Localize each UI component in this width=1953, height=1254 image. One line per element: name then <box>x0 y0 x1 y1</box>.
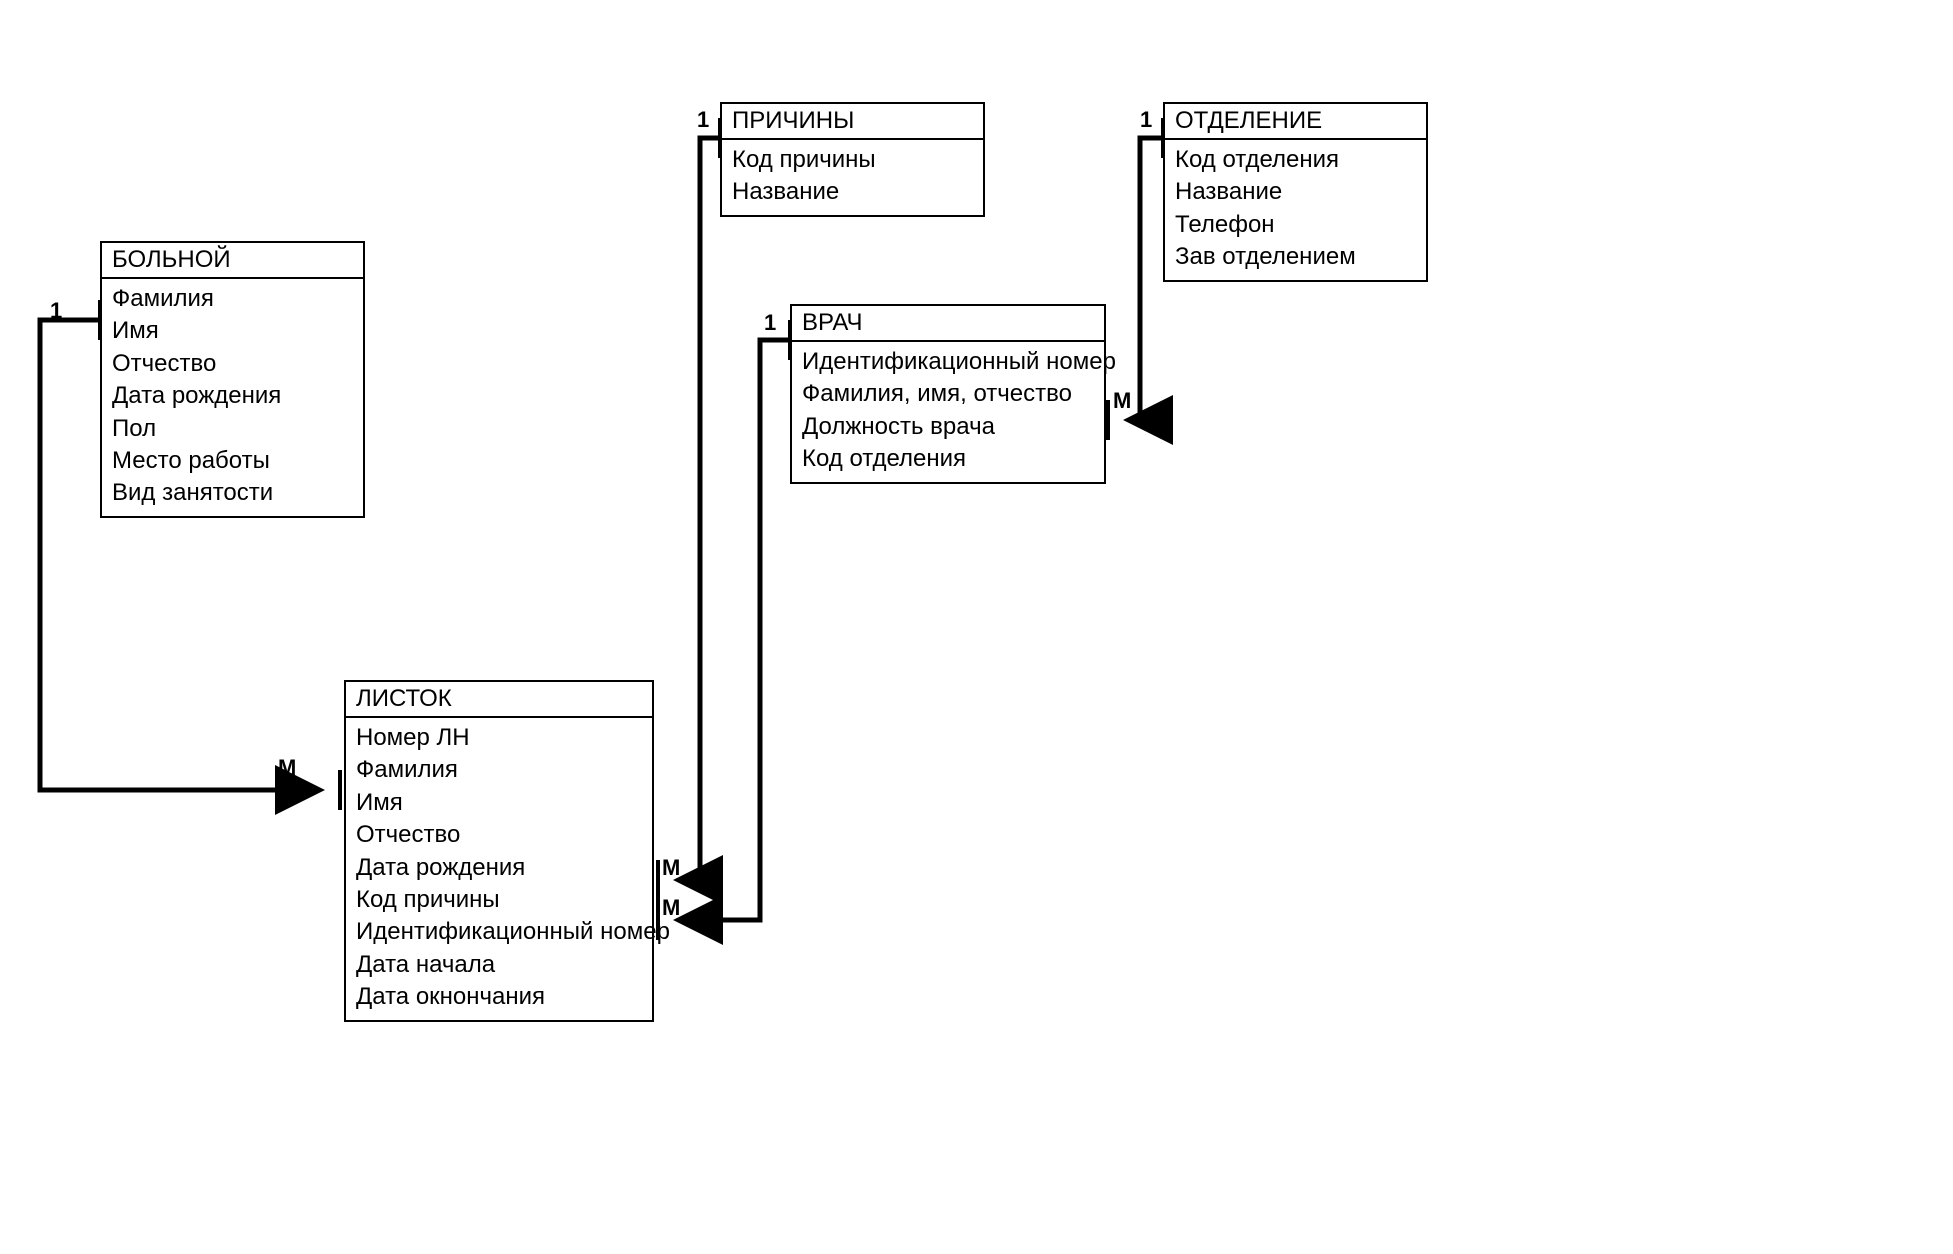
card-label-many: М <box>662 895 680 921</box>
entity-attr: Телефон <box>1175 209 1416 241</box>
entity-attr: Название <box>732 176 973 208</box>
entity-bolnoy: БОЛЬНОЙ Фамилия Имя Отчество Дата рожден… <box>100 241 365 518</box>
entity-attr: Фамилия <box>356 754 642 786</box>
entity-listok: ЛИСТОК Номер ЛН Фамилия Имя Отчество Дат… <box>344 680 654 1022</box>
entity-attr: Отчество <box>112 348 353 380</box>
entity-attr: Фамилия, имя, отчество <box>802 378 1094 410</box>
card-label-many: М <box>662 855 680 881</box>
card-label-many: М <box>278 755 296 781</box>
entity-attrs: Фамилия Имя Отчество Дата рождения Пол М… <box>102 279 363 516</box>
entity-attr: Место работы <box>112 445 353 477</box>
entity-attr: Имя <box>112 315 353 347</box>
card-label-one: 1 <box>50 298 62 324</box>
entity-attr: Название <box>1175 176 1416 208</box>
entity-attrs: Идентификационный номер Фамилия, имя, от… <box>792 342 1104 482</box>
entity-attrs: Номер ЛН Фамилия Имя Отчество Дата рожде… <box>346 718 652 1020</box>
entity-attr: Идентификационный номер <box>356 916 642 948</box>
entity-attr: Фамилия <box>112 283 353 315</box>
entity-attr: Дата начала <box>356 949 642 981</box>
entity-attr: Код причины <box>356 884 642 916</box>
entity-vrach: ВРАЧ Идентификационный номер Фамилия, им… <box>790 304 1106 484</box>
card-label-one: 1 <box>697 107 709 133</box>
entity-attr: Код причины <box>732 144 973 176</box>
entity-attr: Вид занятости <box>112 477 353 509</box>
entity-attr: Пол <box>112 413 353 445</box>
card-label-one: 1 <box>764 310 776 336</box>
entity-title: ПРИЧИНЫ <box>722 104 983 140</box>
card-label-many: М <box>1113 388 1131 414</box>
entity-attrs: Код причины Название <box>722 140 983 215</box>
entity-title: ОТДЕЛЕНИЕ <box>1165 104 1426 140</box>
rel-prichiny-listok <box>658 118 720 900</box>
entity-attrs: Код отделения Название Телефон Зав отдел… <box>1165 140 1426 280</box>
entity-attr: Дата окнончания <box>356 981 642 1013</box>
entity-attr: Отчество <box>356 819 642 851</box>
entity-attr: Код отделения <box>1175 144 1416 176</box>
entity-attr: Имя <box>356 787 642 819</box>
card-label-one: 1 <box>1140 107 1152 133</box>
entity-title: ВРАЧ <box>792 306 1104 342</box>
entity-attr: Код отделения <box>802 443 1094 475</box>
entity-attr: Дата рождения <box>112 380 353 412</box>
entity-attr: Зав отделением <box>1175 241 1416 273</box>
entity-otdelenie: ОТДЕЛЕНИЕ Код отделения Название Телефон… <box>1163 102 1428 282</box>
entity-attr: Номер ЛН <box>356 722 642 754</box>
entity-attr: Дата рождения <box>356 852 642 884</box>
entity-attr: Должность врача <box>802 411 1094 443</box>
entity-attr: Идентификационный номер <box>802 346 1094 378</box>
entity-prichiny: ПРИЧИНЫ Код причины Название <box>720 102 985 217</box>
entity-title: БОЛЬНОЙ <box>102 243 363 279</box>
entity-title: ЛИСТОК <box>346 682 652 718</box>
rel-vrach-listok <box>658 320 790 940</box>
